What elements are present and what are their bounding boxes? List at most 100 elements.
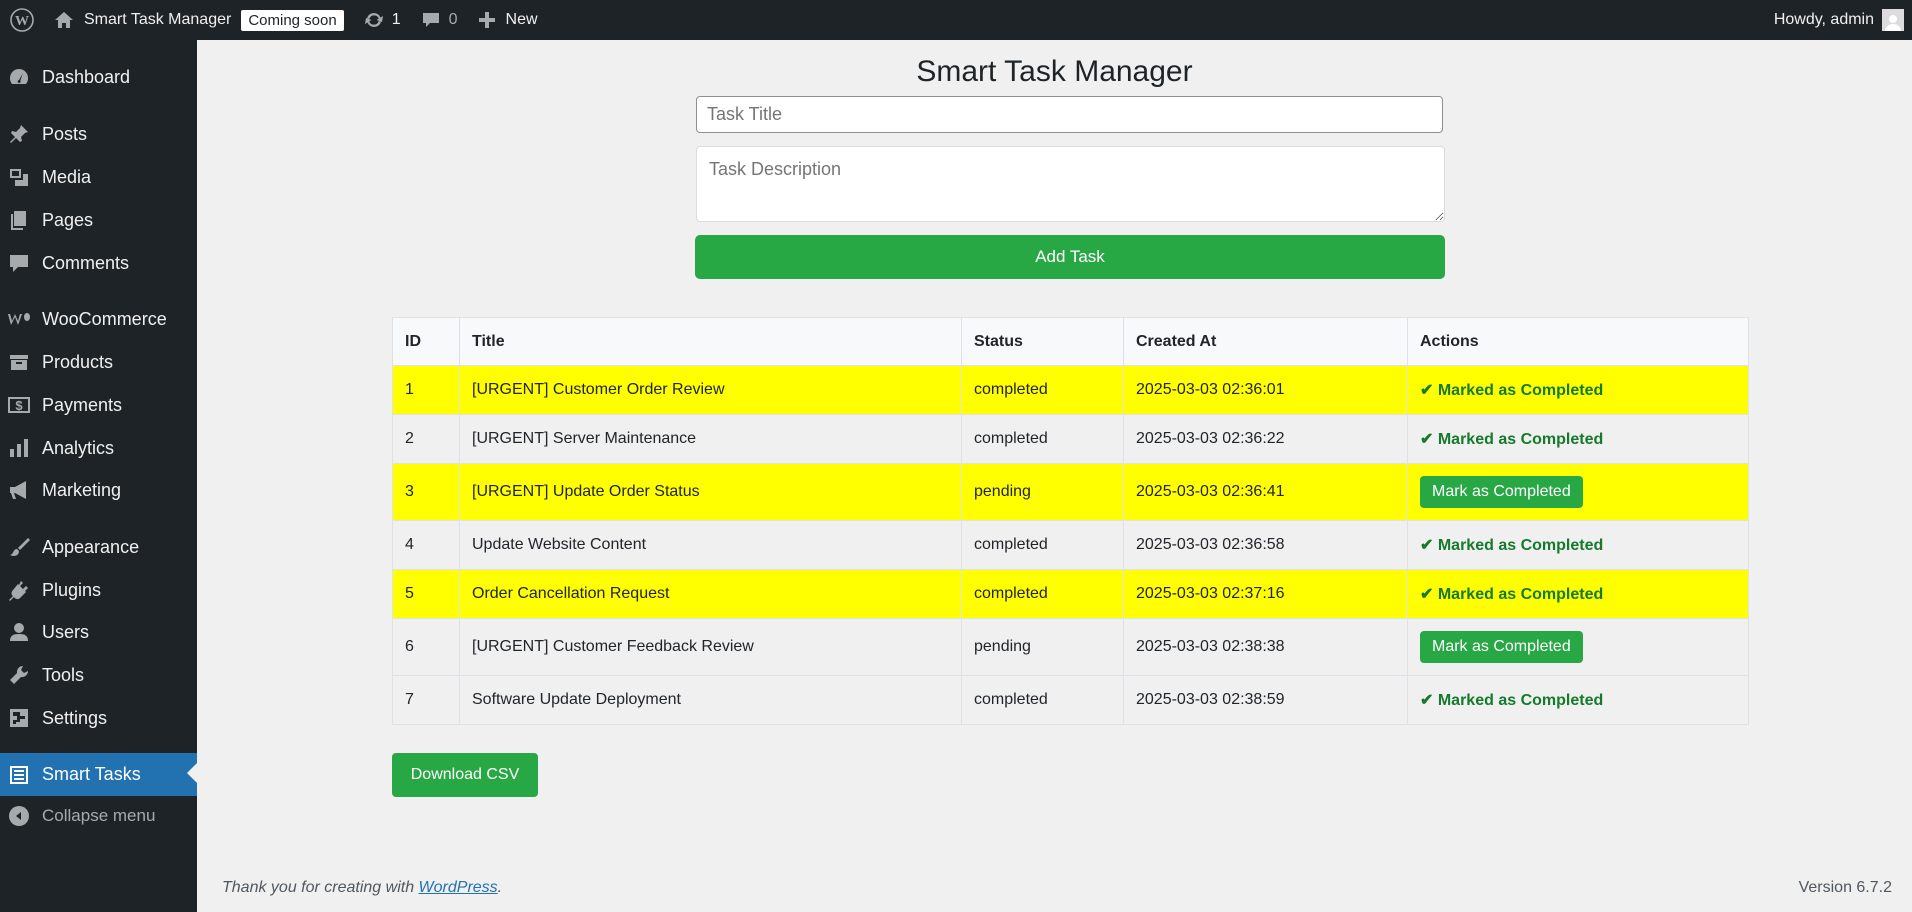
cell-status: completed	[961, 520, 1124, 570]
pages-icon	[2, 209, 36, 231]
sidebar-item-label: Marketing	[42, 479, 122, 500]
cell-created-at: 2025-03-03 02:38:59	[1123, 675, 1408, 725]
completed-label: ✔ Marked as Completed	[1420, 382, 1604, 399]
settings-icon	[2, 707, 36, 729]
sidebar-item-payments[interactable]: $ Payments	[0, 385, 197, 425]
site-name: Smart Task Manager	[84, 11, 232, 28]
cell-status: pending	[961, 618, 1124, 676]
download-csv-button[interactable]: Download CSV	[392, 753, 538, 797]
wordpress-logo-icon[interactable]: W	[0, 0, 44, 40]
footer-thanks-text: Thank you for creating with	[222, 879, 419, 896]
media-icon	[2, 166, 36, 188]
bar-chart-icon	[2, 437, 36, 459]
cell-id: 6	[392, 618, 460, 676]
completed-label: ✔ Marked as Completed	[1420, 586, 1604, 603]
updates-icon	[364, 10, 384, 30]
megaphone-icon	[2, 479, 36, 501]
sidebar-item-settings[interactable]: Settings	[0, 698, 197, 738]
sidebar-item-label: Settings	[42, 707, 108, 728]
task-description-input[interactable]	[696, 146, 1445, 222]
howdy-text: Howdy, admin	[1773, 11, 1874, 28]
sidebar-item-tools[interactable]: Tools	[0, 655, 197, 695]
updates-count: 1	[391, 11, 401, 28]
cell-id: 3	[392, 463, 460, 521]
sidebar-item-label: WooCommerce	[42, 308, 167, 329]
completed-label: ✔ Marked as Completed	[1420, 431, 1604, 448]
updates-link[interactable]: 1	[354, 0, 411, 40]
cell-id: 2	[392, 414, 460, 464]
sidebar-item-marketing[interactable]: Marketing	[0, 470, 197, 510]
plug-icon	[2, 579, 36, 601]
sidebar-item-analytics[interactable]: Analytics	[0, 428, 197, 468]
cell-id: 1	[392, 365, 460, 415]
cell-title: [URGENT] Customer Order Review	[459, 365, 962, 415]
sidebar-item-label: Plugins	[42, 579, 102, 600]
sidebar-item-dashboard[interactable]: Dashboard	[0, 57, 197, 97]
table-row: 5 Order Cancellation Request completed 2…	[392, 569, 1749, 619]
sidebar-item-label: Payments	[42, 394, 123, 415]
avatar	[1882, 9, 1904, 31]
list-icon	[2, 764, 36, 786]
sidebar-item-label: Smart Tasks	[42, 764, 141, 784]
table-row: 7 Software Update Deployment completed 2…	[392, 675, 1749, 725]
mark-as-completed-button[interactable]: Mark as Completed	[1420, 631, 1583, 663]
cell-created-at: 2025-03-03 02:36:41	[1123, 463, 1408, 521]
footer-thanks: Thank you for creating with WordPress.	[222, 879, 502, 897]
table-row: 3 [URGENT] Update Order Status pending 2…	[392, 463, 1749, 521]
sidebar-item-pages[interactable]: Pages	[0, 200, 197, 240]
cell-actions: ✔ Marked as Completed	[1407, 520, 1749, 570]
cell-id: 7	[392, 675, 460, 725]
task-title-input[interactable]	[696, 96, 1443, 133]
dashboard-icon	[2, 66, 36, 88]
cell-actions: ✔ Marked as Completed	[1407, 569, 1749, 619]
sidebar-item-comments[interactable]: Comments	[0, 243, 197, 283]
sidebar-item-label: Pages	[42, 209, 94, 230]
comment-icon	[2, 252, 36, 274]
svg-text:W: W	[15, 14, 29, 29]
page-title: Smart Task Manager	[916, 55, 1193, 88]
archive-icon	[2, 351, 36, 373]
coming-soon-badge[interactable]: Coming soon	[241, 9, 344, 31]
sidebar-item-media[interactable]: Media	[0, 157, 197, 197]
sidebar-item-products[interactable]: Products	[0, 342, 197, 382]
cell-created-at: 2025-03-03 02:36:58	[1123, 520, 1408, 570]
cell-created-at: 2025-03-03 02:36:01	[1123, 365, 1408, 415]
sidebar-item-label: Posts	[42, 123, 88, 144]
cell-title: [URGENT] Customer Feedback Review	[459, 618, 962, 676]
site-name-link[interactable]: Smart Task Manager	[44, 0, 241, 40]
cell-status: completed	[961, 414, 1124, 464]
comments-link[interactable]: 0	[411, 0, 468, 40]
cell-title: [URGENT] Server Maintenance	[459, 414, 962, 464]
wordpress-link[interactable]: WordPress	[419, 879, 498, 896]
comments-count: 0	[448, 11, 458, 28]
my-account[interactable]: Howdy, admin	[1774, 9, 1912, 31]
user-icon	[2, 621, 36, 643]
cell-title: Update Website Content	[459, 520, 962, 570]
cell-status: completed	[961, 675, 1124, 725]
cell-status: completed	[961, 569, 1124, 619]
sidebar-item-plugins[interactable]: Plugins	[0, 570, 197, 610]
sidebar-item-appearance[interactable]: Appearance	[0, 527, 197, 567]
column-header-id: ID	[392, 317, 460, 366]
wrench-icon	[2, 664, 36, 686]
new-content-link[interactable]: New	[468, 0, 548, 40]
sidebar-item-woocommerce[interactable]: WooCommerce	[0, 299, 197, 339]
add-task-button[interactable]: Add Task	[695, 235, 1445, 279]
brush-icon	[2, 536, 36, 558]
cell-created-at: 2025-03-03 02:38:38	[1123, 618, 1408, 676]
mark-as-completed-button[interactable]: Mark as Completed	[1420, 476, 1583, 508]
sidebar-item-users[interactable]: Users	[0, 612, 197, 652]
cell-actions: ✔ Marked as Completed	[1407, 675, 1749, 725]
sidebar-item-posts[interactable]: Posts	[0, 114, 197, 154]
sidebar-item-label: Analytics	[42, 437, 115, 458]
plus-icon	[478, 11, 496, 29]
admin-sidebar: Dashboard Posts Media Pages Comments Woo…	[0, 40, 197, 912]
sidebar-item-smart-tasks[interactable]: Smart Tasks	[0, 753, 197, 796]
sidebar-item-label: Appearance	[42, 536, 140, 557]
home-icon	[54, 10, 74, 30]
main-content: Smart Task Manager Add Task ID Title Sta…	[197, 40, 1912, 912]
collapse-menu-button[interactable]: Collapse menu	[0, 796, 197, 836]
table-row: 6 [URGENT] Customer Feedback Review pend…	[392, 618, 1749, 676]
pin-icon	[2, 123, 36, 145]
sidebar-item-label: Tools	[42, 664, 85, 685]
